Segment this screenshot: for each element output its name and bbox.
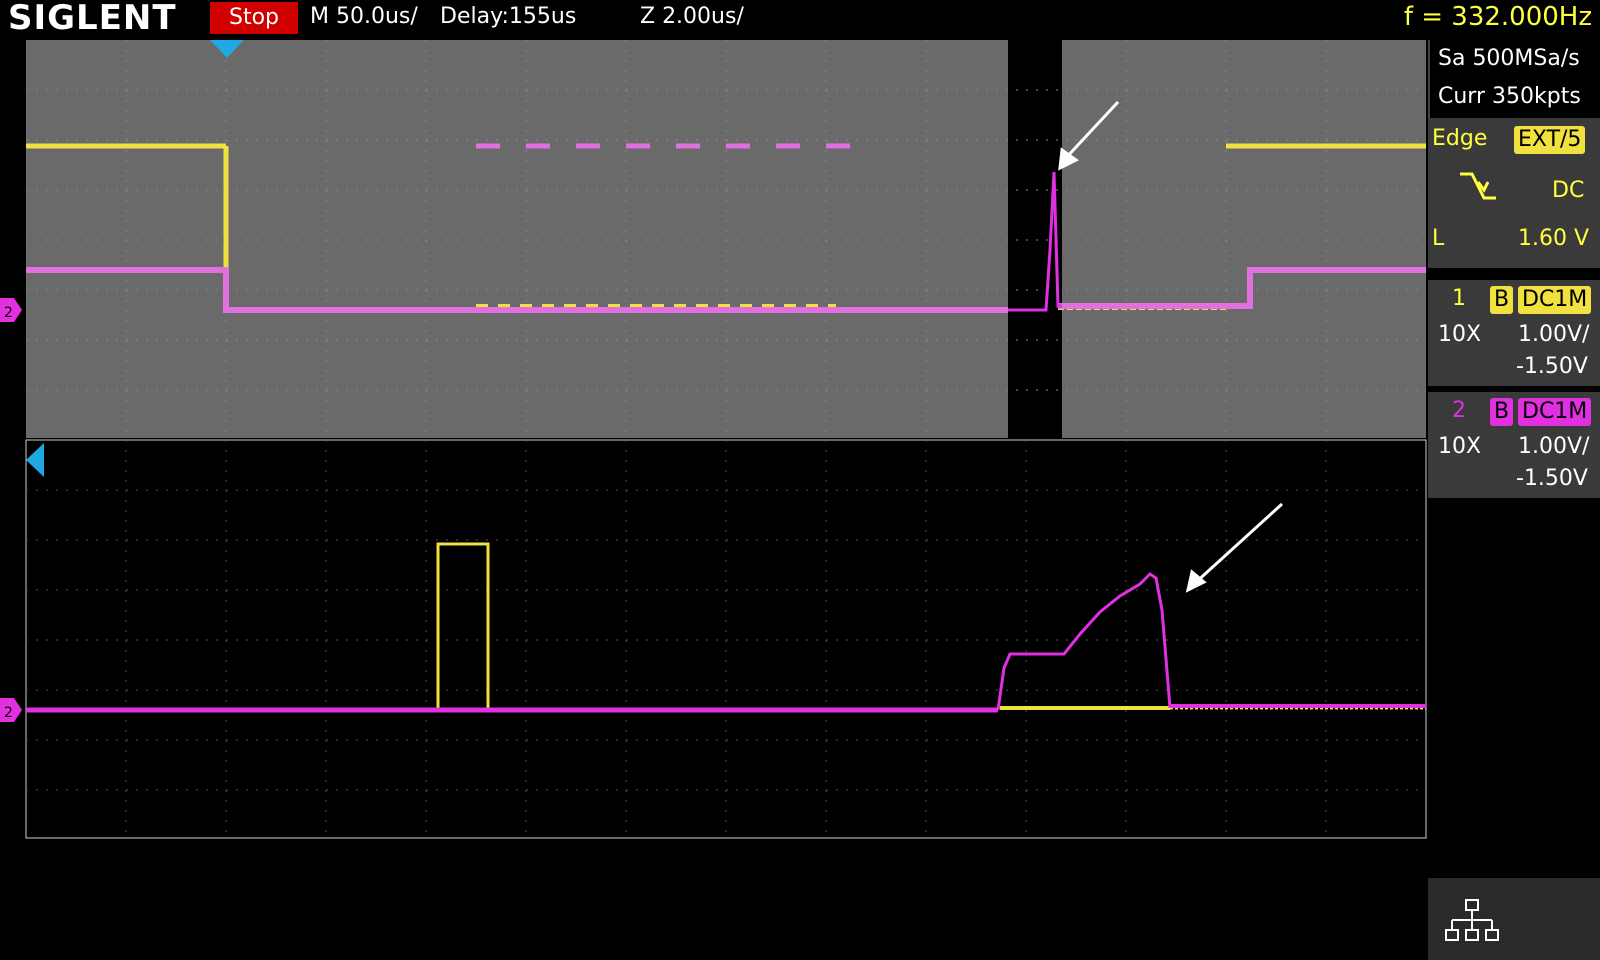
ch2-panel[interactable]: 2 B DC1M 10X 1.00V/ -1.50V	[1428, 392, 1600, 498]
ch1-number: 1	[1452, 286, 1466, 311]
svg-text:2: 2	[4, 705, 13, 721]
network-icon	[1445, 899, 1499, 941]
frequency-counter: f = 332.000Hz	[1403, 2, 1592, 32]
trigger-source: EXT/5	[1514, 126, 1586, 154]
svg-text:2: 2	[4, 305, 13, 321]
ch2-level-marker-top[interactable]: 2	[0, 298, 22, 322]
trigger-level-value: 1.60 V	[1518, 226, 1590, 251]
ch1-bandwidth-limit: B	[1490, 286, 1514, 314]
zoom-region-highlight	[1008, 40, 1062, 438]
ch2-coupling: DC1M	[1518, 398, 1592, 426]
memory-depth: Curr 350kpts	[1438, 84, 1581, 109]
ch2-offset: -1.50V	[1516, 466, 1588, 491]
ch1-panel[interactable]: 1 B DC1M 10X 1.00V/ -1.50V	[1428, 280, 1600, 386]
zoom-window	[25, 439, 1427, 839]
network-status-panel[interactable]	[1428, 878, 1600, 960]
falling-edge-icon	[1458, 170, 1498, 211]
ch1-scale: 1.00V/	[1518, 322, 1590, 347]
waveform-display[interactable]: 2 2	[0, 0, 1428, 960]
acquisition-panel[interactable]: Sa 500MSa/s Curr 350kpts	[1428, 40, 1600, 118]
trigger-level-label: L	[1432, 226, 1445, 251]
ch2-level-marker-bottom[interactable]: 2	[0, 698, 22, 722]
ch2-number: 2	[1452, 398, 1466, 423]
ch2-probe: 10X	[1438, 434, 1482, 459]
ch1-offset: -1.50V	[1516, 354, 1588, 379]
main-window-background	[26, 40, 1426, 438]
ch2-scale: 1.00V/	[1518, 434, 1590, 459]
trigger-type: Edge	[1432, 126, 1488, 151]
trigger-panel[interactable]: Edge EXT/5 DC L 1.60 V	[1428, 118, 1600, 268]
trigger-coupling: DC	[1552, 178, 1585, 203]
sample-rate: Sa 500MSa/s	[1438, 46, 1580, 71]
ch1-probe: 10X	[1438, 322, 1482, 347]
ch2-bandwidth-limit: B	[1490, 398, 1514, 426]
ch1-coupling: DC1M	[1518, 286, 1592, 314]
